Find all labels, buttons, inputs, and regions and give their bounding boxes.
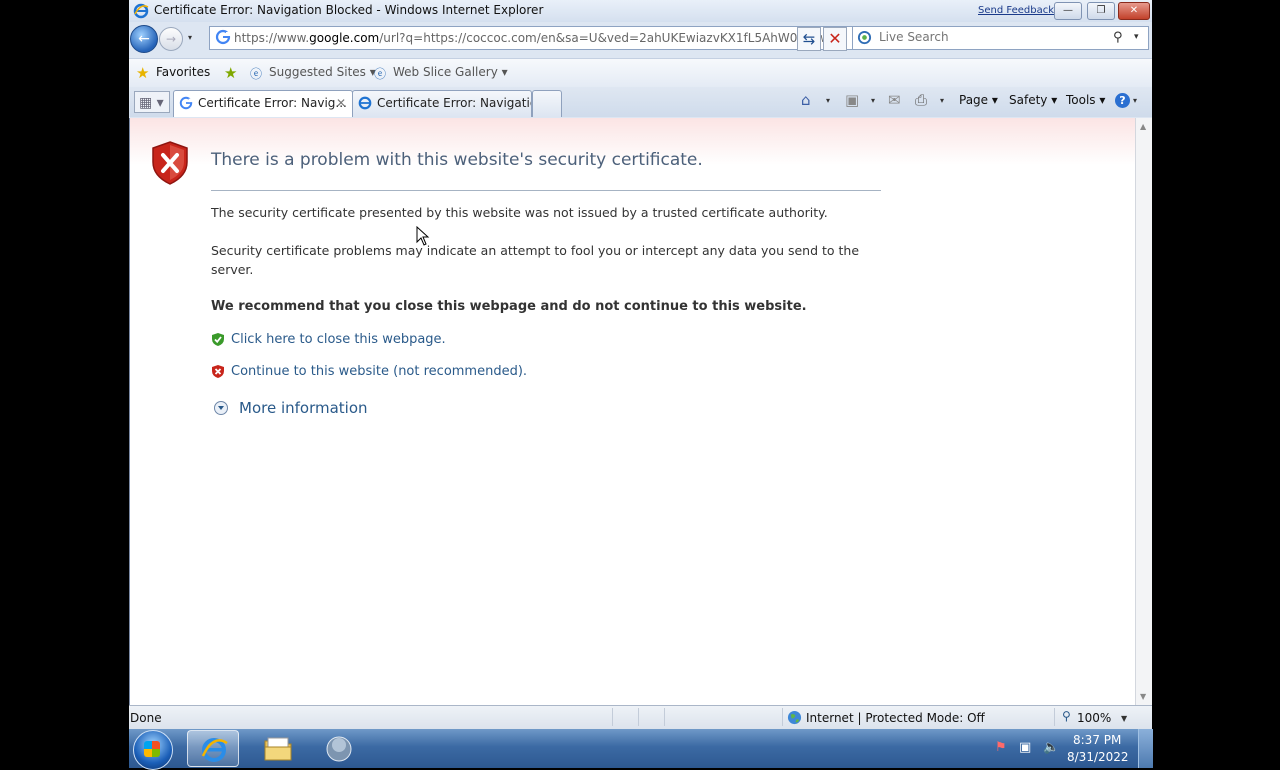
warning-description: Security certificate problems may indica… [211,243,860,277]
ie-window: Certificate Error: Navigation Blocked - … [129,0,1152,729]
continue-to-website-link[interactable]: Continue to this website (not recommende… [231,364,527,379]
minimize-button[interactable]: — [1054,2,1082,20]
window-title: Certificate Error: Navigation Blocked - … [154,3,544,17]
volume-icon[interactable]: 🔈 [1043,740,1059,755]
read-mail-icon[interactable]: ✉ [888,91,901,109]
status-separator [638,708,639,726]
page-title: There is a problem with this website's s… [211,150,703,170]
ie-page-icon: ⓔ [250,67,263,81]
home-icon[interactable]: ⌂ [801,91,811,109]
recent-pages-dropdown-icon[interactable]: ▾ [188,33,192,42]
tab-label: Certificate Error: Navigatio... [377,96,532,110]
google-favicon-icon [179,96,193,110]
google-favicon-icon [215,29,231,45]
close-webpage-link[interactable]: Click here to close this webpage. [231,332,446,347]
internet-explorer-icon [133,3,149,19]
quick-tabs-button[interactable]: ▦ ▾ [134,91,170,113]
tab-certificate-error-active[interactable]: Certificate Error: Navig... ✕ [173,90,353,117]
taskbar-media-player[interactable] [313,730,365,767]
security-zone-text[interactable]: Internet | Protected Mode: Off [806,711,985,725]
new-tab-button[interactable] [532,90,562,117]
url-prefix: https://www. [234,31,310,45]
send-feedback-link[interactable]: Send Feedback [978,5,1054,16]
windows-taskbar: ⚑ ▣ 🔈 8:37 PM 8/31/2022 [129,729,1153,770]
red-shield-error-icon [152,141,188,185]
web-slice-gallery-button[interactable]: Web Slice Gallery ▾ [393,65,508,79]
add-to-favorites-icon[interactable]: ★ [224,64,237,82]
forward-button[interactable]: → [159,27,183,51]
refresh-button[interactable]: ⇆ [797,27,821,51]
print-dropdown-icon[interactable]: ▾ [940,96,944,105]
expand-chevron-icon[interactable] [214,401,228,415]
recommendation-text: We recommend that you close this webpage… [211,299,807,314]
tab-certificate-error[interactable]: Certificate Error: Navigatio... [352,90,532,117]
internet-explorer-icon [201,738,228,762]
stop-button[interactable]: ✕ [823,27,847,51]
more-information-link[interactable]: More information [239,399,368,417]
address-url[interactable]: https://www.google.com/url?q=https://coc… [234,31,854,45]
folder-icon [264,737,292,761]
tab-label: Certificate Error: Navig... [198,96,347,110]
status-separator [612,708,613,726]
divider [211,190,881,191]
red-shield-icon [212,365,224,378]
scroll-up-icon[interactable]: ▲ [1140,122,1146,131]
status-text: Done [130,711,162,725]
address-bar[interactable]: https://www.google.com/url?q=https://coc… [209,26,876,50]
search-options-dropdown-icon[interactable]: ▾ [1134,32,1139,42]
search-box[interactable]: ⚲ ▾ [852,26,1149,50]
zoom-dropdown-icon[interactable]: ▼ [1121,714,1127,723]
url-host: google.com [309,31,380,45]
taskbar-windows-explorer[interactable] [251,730,303,767]
status-bar: Done Internet | Protected Mode: Off ⚲ 10… [129,705,1152,729]
taskbar-internet-explorer[interactable] [187,730,239,767]
scroll-down-icon[interactable]: ▼ [1140,692,1146,701]
print-icon[interactable]: ⎙ [915,91,927,109]
feeds-icon[interactable]: ▣ [845,91,859,109]
favorites-bar: ★ Favorites ★ ⓔ Suggested Sites ▾ ⓔ Web … [129,58,1152,87]
status-separator [664,708,665,726]
favorites-star-icon: ★ [136,64,150,82]
start-button[interactable] [133,730,173,770]
green-shield-icon [212,333,224,346]
favorites-button[interactable]: Favorites [156,65,210,79]
tools-menu[interactable]: Tools ▾ [1066,93,1105,107]
internet-globe-icon [787,710,802,725]
help-dropdown-icon[interactable]: ▾ [1133,96,1137,105]
suggested-sites-button[interactable]: Suggested Sites ▾ [269,65,376,79]
error-description: The security certificate presented by th… [211,205,828,220]
mouse-cursor-icon [416,226,430,246]
status-separator [782,708,783,726]
search-magnifier-icon[interactable]: ⚲ [1113,30,1123,45]
close-tab-icon[interactable]: ✕ [336,91,346,115]
safety-menu[interactable]: Safety ▾ [1009,93,1057,107]
home-dropdown-icon[interactable]: ▾ [826,96,830,105]
search-input[interactable] [877,29,1111,45]
show-desktop-button[interactable] [1138,729,1153,768]
clock-time[interactable]: 8:37 PM [1073,733,1121,747]
zoom-level[interactable]: 100% [1077,711,1111,725]
title-bar: Certificate Error: Navigation Blocked - … [129,0,1152,22]
vertical-scrollbar[interactable]: ▲ ▼ [1135,118,1152,705]
live-search-icon [857,30,872,45]
page-content: There is a problem with this website's s… [129,118,1136,705]
feeds-dropdown-icon[interactable]: ▾ [871,96,875,105]
navigation-bar: ← → ▾ https://www.google.com/url?q=https… [129,24,1152,53]
tab-bar: ▦ ▾ Certificate Error: Navig... ✕ Certif… [129,87,1152,117]
help-icon[interactable]: ? [1115,93,1130,108]
restore-button[interactable]: ❐ [1087,2,1115,20]
internet-explorer-icon [358,96,372,110]
status-separator [1054,708,1055,726]
close-window-button[interactable]: ✕ [1118,2,1150,20]
ie-page-icon: ⓔ [374,67,387,81]
zoom-magnifier-icon: ⚲ [1062,709,1071,723]
page-menu[interactable]: Page ▾ [959,93,998,107]
media-player-icon [326,736,352,762]
back-button[interactable]: ← [130,25,158,53]
url-path: /url?q=https://coccoc.com/en&sa=U&ved=2a… [379,31,834,45]
network-icon[interactable]: ▣ [1019,740,1031,755]
action-center-flag-icon[interactable]: ⚑ [995,740,1007,755]
clock-date[interactable]: 8/31/2022 [1067,750,1129,764]
